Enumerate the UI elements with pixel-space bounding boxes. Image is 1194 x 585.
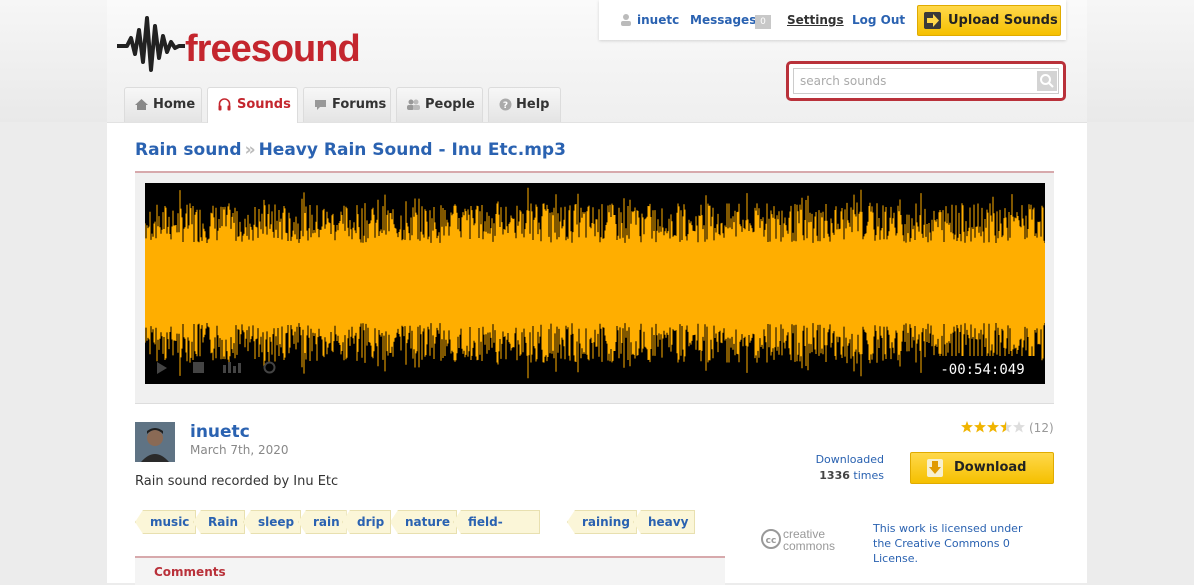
avatar-image xyxy=(135,422,175,462)
tab-help[interactable]: ? Help xyxy=(488,87,561,122)
download-count: 1336 xyxy=(819,469,850,482)
search-icon xyxy=(1040,74,1054,88)
speech-bubble-icon xyxy=(315,100,326,110)
creative-commons-logo[interactable]: cc creative commons xyxy=(761,524,861,554)
tag-sleep[interactable]: sleep xyxy=(243,510,302,534)
star-rating[interactable] xyxy=(961,421,1025,437)
waveform-logo-icon xyxy=(117,16,185,72)
download-count-suffix: times xyxy=(853,469,884,482)
freesound-logo[interactable]: freesound xyxy=(117,10,372,78)
avatar[interactable] xyxy=(135,422,175,462)
svg-text:?: ? xyxy=(503,101,508,111)
comments-label: Comments xyxy=(154,565,226,579)
rating-stars-icon xyxy=(961,421,1025,433)
download-button[interactable]: Download xyxy=(910,452,1054,484)
sound-description: Rain sound recorded by Inu Etc xyxy=(135,474,339,489)
author-link[interactable]: inuetc xyxy=(190,422,250,442)
download-arrow-icon xyxy=(927,459,943,477)
tag-heavy[interactable]: heavy xyxy=(633,510,696,534)
comments-header: Comments xyxy=(135,556,725,585)
play-icon[interactable] xyxy=(157,362,167,374)
page-title: Heavy Rain Sound - Inu Etc.mp3 xyxy=(258,140,566,160)
messages-count-badge: 0 xyxy=(755,15,771,29)
username-link[interactable]: inuetc xyxy=(637,13,679,27)
waveform-graphic xyxy=(144,187,1045,379)
loop-icon[interactable] xyxy=(263,361,276,374)
upload-sounds-label: Upload Sounds xyxy=(948,13,1058,28)
tab-home-label: Home xyxy=(153,97,196,112)
download-stats: Downloaded 1336 times xyxy=(797,452,884,484)
messages-link[interactable]: Messages xyxy=(690,13,756,27)
stop-icon[interactable] xyxy=(193,362,204,373)
tag-field-recording[interactable]: field-recording xyxy=(453,510,541,534)
svg-text:cc: cc xyxy=(766,536,777,546)
tab-people-label: People xyxy=(425,97,475,112)
question-icon: ? xyxy=(499,98,512,111)
tab-forums-label: Forums xyxy=(332,97,387,112)
tab-sounds-label: Sounds xyxy=(237,97,291,112)
breadcrumb: Rain sound» Heavy Rain Sound - Inu Etc.mp… xyxy=(135,140,566,160)
tag-drip[interactable]: drip xyxy=(342,510,392,534)
breadcrumb-parent-link[interactable]: Rain sound xyxy=(135,140,242,160)
upload-sounds-button[interactable]: Upload Sounds xyxy=(917,5,1061,36)
waveform-display[interactable] xyxy=(144,183,1045,384)
tag-music[interactable]: music xyxy=(135,510,197,534)
tag-nature[interactable]: nature xyxy=(390,510,457,534)
tag-rain[interactable]: Rain xyxy=(193,510,245,534)
logout-link[interactable]: Log Out xyxy=(852,13,905,27)
logo-text: freesound xyxy=(185,28,361,70)
cc-icon: cc creative commons xyxy=(761,527,835,553)
search-button[interactable] xyxy=(1037,71,1057,91)
breadcrumb-separator: » xyxy=(244,140,256,160)
tab-home[interactable]: Home xyxy=(124,87,202,122)
tab-help-label: Help xyxy=(516,97,550,112)
settings-link[interactable]: Settings xyxy=(787,13,844,27)
sound-player: -00:54:049 xyxy=(135,173,1054,404)
tab-sounds[interactable]: Sounds xyxy=(207,87,298,123)
downloaded-label: Downloaded xyxy=(815,453,884,466)
tag-rain-lower[interactable]: rain xyxy=(298,510,347,534)
site-header: freesound inuetc Messages 0 Settings Log… xyxy=(107,0,1087,123)
home-icon xyxy=(135,99,148,110)
search-box xyxy=(786,61,1066,101)
search-input[interactable] xyxy=(793,68,1059,94)
upload-date: March 7th, 2020 xyxy=(190,443,289,457)
headphones-icon xyxy=(218,98,231,111)
waveform-core xyxy=(145,243,1045,323)
tag-raining[interactable]: raining xyxy=(567,510,637,534)
cc-logo-line2: commons xyxy=(783,539,835,553)
tab-people[interactable]: People xyxy=(396,87,483,122)
spectrogram-toggle-icon[interactable] xyxy=(223,361,243,373)
download-button-label: Download xyxy=(954,460,1027,475)
tab-forums[interactable]: Forums xyxy=(303,87,391,122)
user-icon xyxy=(621,14,631,26)
upload-arrow-icon xyxy=(924,12,941,29)
rating-count: (12) xyxy=(1029,421,1054,435)
page-container: freesound inuetc Messages 0 Settings Log… xyxy=(107,0,1087,585)
license-text[interactable]: This work is licensed under the Creative… xyxy=(873,521,1043,566)
playback-timer: -00:54:049 xyxy=(930,356,1035,384)
people-icon xyxy=(407,99,420,110)
